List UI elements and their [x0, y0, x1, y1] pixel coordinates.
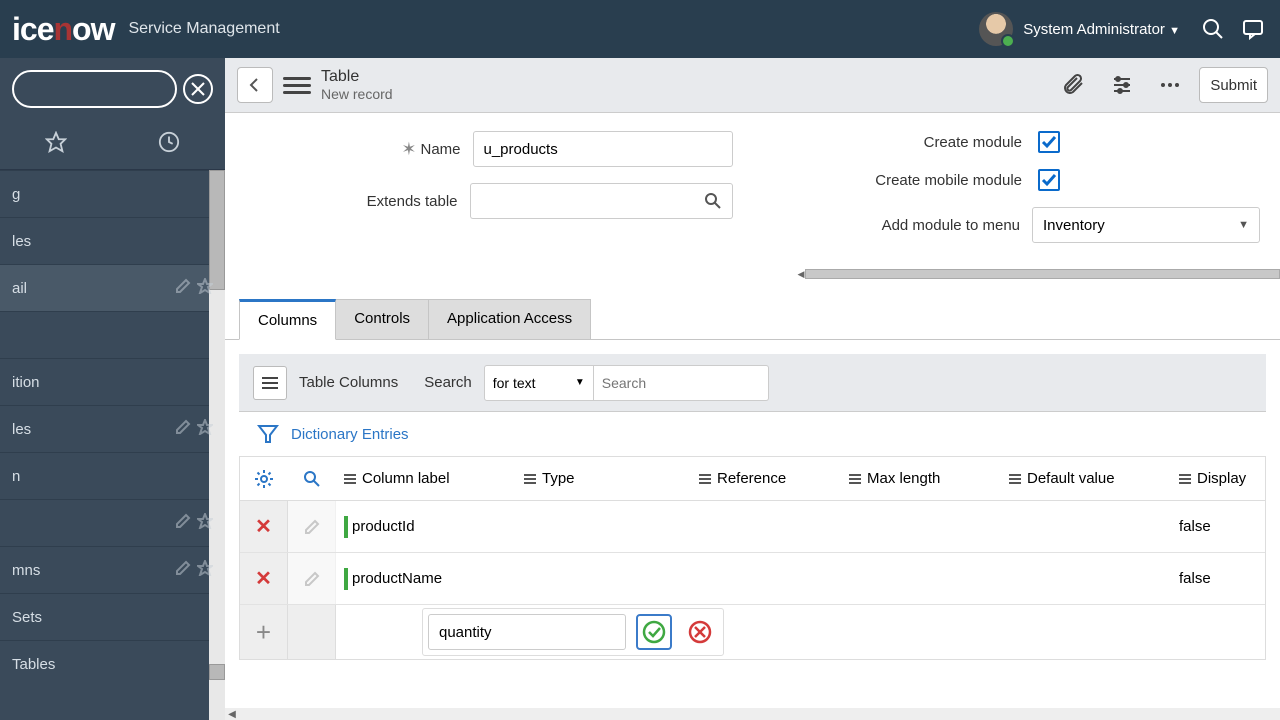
edit-icon[interactable]: [175, 419, 191, 439]
required-icon: ✶: [401, 139, 416, 160]
context-menu-icon[interactable]: [283, 71, 311, 99]
cell-label: productName: [352, 570, 442, 587]
user-menu[interactable]: System Administrator ▼: [1023, 21, 1180, 38]
columns-grid: Column label Type Reference Max length D…: [239, 456, 1266, 660]
create-mobile-checkbox[interactable]: [1038, 169, 1060, 191]
add-menu-label: Add module to menu: [860, 217, 1020, 234]
new-column-input[interactable]: [428, 614, 626, 650]
extends-input[interactable]: [470, 183, 695, 219]
col-label-header[interactable]: Column label: [336, 470, 516, 487]
cell-label: productId: [352, 518, 415, 535]
create-module-checkbox[interactable]: [1038, 131, 1060, 153]
col-type-header[interactable]: Type: [516, 470, 691, 487]
edit-row-icon[interactable]: [288, 553, 336, 604]
sidebar-item[interactable]: Tables: [0, 640, 225, 687]
search-mode-select[interactable]: for text▼: [484, 365, 594, 401]
confirm-button[interactable]: [636, 614, 672, 650]
logo: icenow: [12, 11, 114, 48]
col-def-header[interactable]: Default value: [1001, 470, 1171, 487]
table-row: ✕ productId false: [240, 501, 1265, 553]
record-subtitle: New record: [321, 86, 393, 102]
app-title: Service Management: [128, 20, 279, 38]
horizontal-scrollbar[interactable]: ◀: [225, 708, 1280, 720]
sidebar-item[interactable]: [0, 311, 225, 358]
record-toolbar: Table New record Submit: [225, 58, 1280, 113]
sidebar-item[interactable]: ition: [0, 358, 225, 405]
record-type: Table: [321, 68, 393, 86]
dictionary-link[interactable]: Dictionary Entries: [291, 426, 409, 443]
table-columns-title: Table Columns: [299, 374, 398, 391]
add-row-button[interactable]: +: [240, 605, 288, 659]
lookup-icon[interactable]: [695, 183, 733, 219]
star-icon[interactable]: [197, 278, 213, 298]
attachment-icon[interactable]: [1059, 70, 1089, 100]
more-icon[interactable]: [1155, 70, 1185, 100]
gear-icon[interactable]: [240, 469, 288, 489]
history-icon[interactable]: [158, 131, 180, 158]
sidebar-item[interactable]: les: [0, 217, 225, 264]
edit-row-icon[interactable]: [288, 501, 336, 552]
delete-row-icon[interactable]: ✕: [240, 553, 288, 604]
sidebar-item[interactable]: les: [0, 405, 225, 452]
settings-icon[interactable]: [1107, 70, 1137, 100]
clear-filter-icon[interactable]: [183, 74, 213, 104]
sidebar-tabs: [0, 120, 225, 170]
extends-label: Extends table: [348, 193, 458, 210]
tab-appaccess[interactable]: Application Access: [428, 299, 591, 340]
search-label: Search: [424, 374, 472, 391]
edit-icon[interactable]: [175, 560, 191, 580]
avatar[interactable]: [979, 12, 1013, 46]
add-menu-select[interactable]: Inventory▼: [1032, 207, 1260, 243]
sidebar-item[interactable]: g: [0, 170, 225, 217]
sidebar-item[interactable]: Sets: [0, 593, 225, 640]
submit-button[interactable]: Submit: [1199, 67, 1268, 103]
star-icon[interactable]: [197, 419, 213, 439]
sidebar-item[interactable]: [0, 499, 225, 546]
edit-icon[interactable]: [175, 278, 191, 298]
cell-display: false: [1171, 518, 1251, 535]
tab-controls[interactable]: Controls: [335, 299, 429, 340]
row-search-icon[interactable]: [288, 470, 336, 488]
delete-row-icon[interactable]: ✕: [240, 501, 288, 552]
col-ref-header[interactable]: Reference: [691, 470, 841, 487]
name-input[interactable]: [473, 131, 733, 167]
sidebar: glesailitionlesnmnsSetsTables: [0, 58, 225, 720]
sidebar-scrollbar[interactable]: [209, 170, 225, 720]
sidebar-item[interactable]: mns: [0, 546, 225, 593]
filter-input[interactable]: [12, 70, 177, 108]
cancel-button[interactable]: [682, 614, 718, 650]
chat-icon[interactable]: [1238, 14, 1268, 44]
favorites-icon[interactable]: [45, 131, 67, 158]
back-button[interactable]: [237, 67, 273, 103]
col-disp-header[interactable]: Display: [1171, 470, 1251, 487]
sidebar-item[interactable]: ail: [0, 264, 225, 311]
col-max-header[interactable]: Max length: [841, 470, 1001, 487]
star-icon[interactable]: [197, 513, 213, 533]
table-menu-icon[interactable]: [253, 366, 287, 400]
table-search-input[interactable]: [594, 365, 769, 401]
main-content: Table New record Submit ✶ Name Extends t…: [225, 58, 1280, 720]
name-label: Name: [420, 141, 460, 158]
cell-display: false: [1171, 570, 1251, 587]
edit-icon[interactable]: [175, 513, 191, 533]
filter-icon[interactable]: [253, 419, 283, 449]
search-icon[interactable]: [1198, 14, 1228, 44]
create-mobile-label: Create mobile module: [862, 172, 1022, 189]
star-icon[interactable]: [197, 560, 213, 580]
create-module-label: Create module: [862, 134, 1022, 151]
table-row: ✕ productName false: [240, 553, 1265, 605]
tab-columns[interactable]: Columns: [239, 299, 336, 340]
top-bar: icenow Service Management System Adminis…: [0, 0, 1280, 58]
sidebar-item[interactable]: n: [0, 452, 225, 499]
